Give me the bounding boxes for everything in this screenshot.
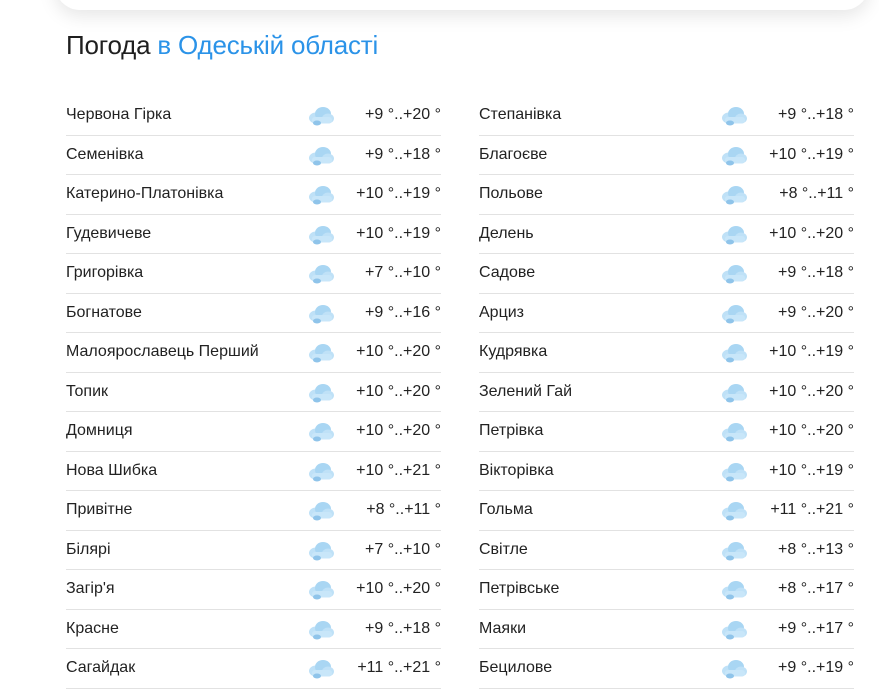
city-row[interactable]: Катерино-Платонівка +10 °..+19 ° (66, 175, 441, 215)
city-row[interactable]: Красне +9 °..+18 ° (66, 610, 441, 649)
left-column: Червона Гірка +9 °..+20 ° Семенівка +9 °… (66, 96, 441, 689)
city-row[interactable]: Білярі +7 °..+10 ° (66, 531, 441, 570)
city-row[interactable]: Делень +10 °..+20 ° (479, 215, 854, 254)
temperature-range: +8 °..+11 ° (366, 501, 441, 519)
city-row[interactable]: Гудевичеве +10 °..+19 ° (66, 215, 441, 254)
cloudy-icon (720, 578, 748, 600)
city-row[interactable]: Арциз +9 °..+20 ° (479, 294, 854, 333)
cloudy-icon (720, 262, 748, 284)
cloudy-icon (720, 183, 748, 205)
city-row[interactable]: Загір'я +10 °..+20 ° (66, 570, 441, 610)
city-row[interactable]: Петрівка +10 °..+20 ° (479, 412, 854, 452)
temperature-range: +10 °..+21 ° (356, 461, 441, 479)
cloudy-icon (720, 104, 748, 126)
cloudy-icon (720, 381, 748, 403)
temperature-range: +10 °..+20 ° (356, 422, 441, 440)
temperature-range: +9 °..+19 ° (778, 659, 854, 677)
city-row[interactable]: Маяки +9 °..+17 ° (479, 610, 854, 649)
city-row[interactable]: Богнатове +9 °..+16 ° (66, 294, 441, 333)
temperature-range: +10 °..+19 ° (769, 461, 854, 479)
temperature-range: +10 °..+20 ° (356, 343, 441, 361)
city-row[interactable]: Нова Шибка +10 °..+21 ° (66, 452, 441, 491)
cloudy-icon (720, 460, 748, 482)
cloudy-icon (307, 183, 335, 205)
city-row[interactable]: Домниця +10 °..+20 ° (66, 412, 441, 452)
temperature-range: +10 °..+20 ° (356, 382, 441, 400)
cloudy-icon (307, 499, 335, 521)
cloudy-icon (307, 341, 335, 363)
header-shadow (55, 0, 869, 10)
city-row[interactable]: Семенівка +9 °..+18 ° (66, 136, 441, 175)
temperature-range: +9 °..+18 ° (365, 145, 441, 163)
temperature-range: +10 °..+19 ° (769, 343, 854, 361)
right-column: Степанівка +9 °..+18 ° Благоєве +10 °..+… (479, 96, 854, 689)
city-row[interactable]: Світле +8 °..+13 ° (479, 531, 854, 570)
cloudy-icon (307, 223, 335, 245)
temperature-range: +10 °..+20 ° (769, 422, 854, 440)
temperature-range: +8 °..+13 ° (778, 540, 854, 558)
temperature-range: +10 °..+20 ° (769, 224, 854, 242)
city-row[interactable]: Червона Гірка +9 °..+20 ° (66, 96, 441, 136)
temperature-range: +9 °..+20 ° (365, 106, 441, 124)
temperature-range: +8 °..+17 ° (778, 580, 854, 598)
cloudy-icon (720, 499, 748, 521)
temperature-range: +10 °..+20 ° (356, 580, 441, 598)
cloudy-icon (307, 302, 335, 324)
cloudy-icon (307, 460, 335, 482)
cloudy-icon (307, 144, 335, 166)
city-row[interactable]: Григорівка +7 °..+10 ° (66, 254, 441, 294)
cloudy-icon (307, 618, 335, 640)
temperature-range: +11 °..+21 ° (357, 659, 441, 677)
city-row[interactable]: Вікторівка +10 °..+19 ° (479, 452, 854, 491)
city-row[interactable]: Бецилове +9 °..+19 ° (479, 649, 854, 689)
temperature-range: +8 °..+11 ° (779, 185, 854, 203)
city-row[interactable]: Польове +8 °..+11 ° (479, 175, 854, 215)
temperature-range: +10 °..+19 ° (356, 224, 441, 242)
city-row[interactable]: Малоярославець Перший +10 °..+20 ° (66, 333, 441, 373)
city-row[interactable]: Зелений Гай +10 °..+20 ° (479, 373, 854, 412)
city-row[interactable]: Петрівське +8 °..+17 ° (479, 570, 854, 610)
temperature-range: +9 °..+20 ° (778, 303, 854, 321)
cloudy-icon (720, 144, 748, 166)
city-row[interactable]: Привітне +8 °..+11 ° (66, 491, 441, 531)
temperature-range: +11 °..+21 ° (770, 501, 854, 519)
cloudy-icon (720, 539, 748, 561)
city-row[interactable]: Садове +9 °..+18 ° (479, 254, 854, 294)
city-row[interactable]: Сагайдак +11 °..+21 ° (66, 649, 441, 689)
cloudy-icon (307, 578, 335, 600)
page-title: Погода в Одеській області (66, 30, 378, 61)
cloudy-icon (307, 262, 335, 284)
cloudy-icon (307, 539, 335, 561)
temperature-range: +9 °..+18 ° (365, 619, 441, 637)
region-link[interactable]: в Одеській області (157, 30, 378, 60)
temperature-range: +7 °..+10 ° (365, 540, 441, 558)
city-row[interactable]: Кудрявка +10 °..+19 ° (479, 333, 854, 373)
cloudy-icon (720, 618, 748, 640)
temperature-range: +10 °..+20 ° (769, 382, 854, 400)
city-row[interactable]: Степанівка +9 °..+18 ° (479, 96, 854, 136)
title-prefix: Погода (66, 30, 151, 60)
cloudy-icon (720, 223, 748, 245)
temperature-range: +9 °..+18 ° (778, 264, 854, 282)
temperature-range: +10 °..+19 ° (356, 185, 441, 203)
city-row[interactable]: Гольма +11 °..+21 ° (479, 491, 854, 531)
city-row[interactable]: Благоєве +10 °..+19 ° (479, 136, 854, 175)
cloudy-icon (720, 420, 748, 442)
temperature-range: +10 °..+19 ° (769, 145, 854, 163)
cloudy-icon (307, 104, 335, 126)
cloudy-icon (720, 302, 748, 324)
temperature-range: +9 °..+16 ° (365, 303, 441, 321)
temperature-range: +7 °..+10 ° (365, 264, 441, 282)
temperature-range: +9 °..+18 ° (778, 106, 854, 124)
cloudy-icon (307, 420, 335, 442)
cloudy-icon (307, 657, 335, 679)
cloudy-icon (307, 381, 335, 403)
city-row[interactable]: Топик +10 °..+20 ° (66, 373, 441, 412)
cloudy-icon (720, 341, 748, 363)
temperature-range: +9 °..+17 ° (778, 619, 854, 637)
cloudy-icon (720, 657, 748, 679)
